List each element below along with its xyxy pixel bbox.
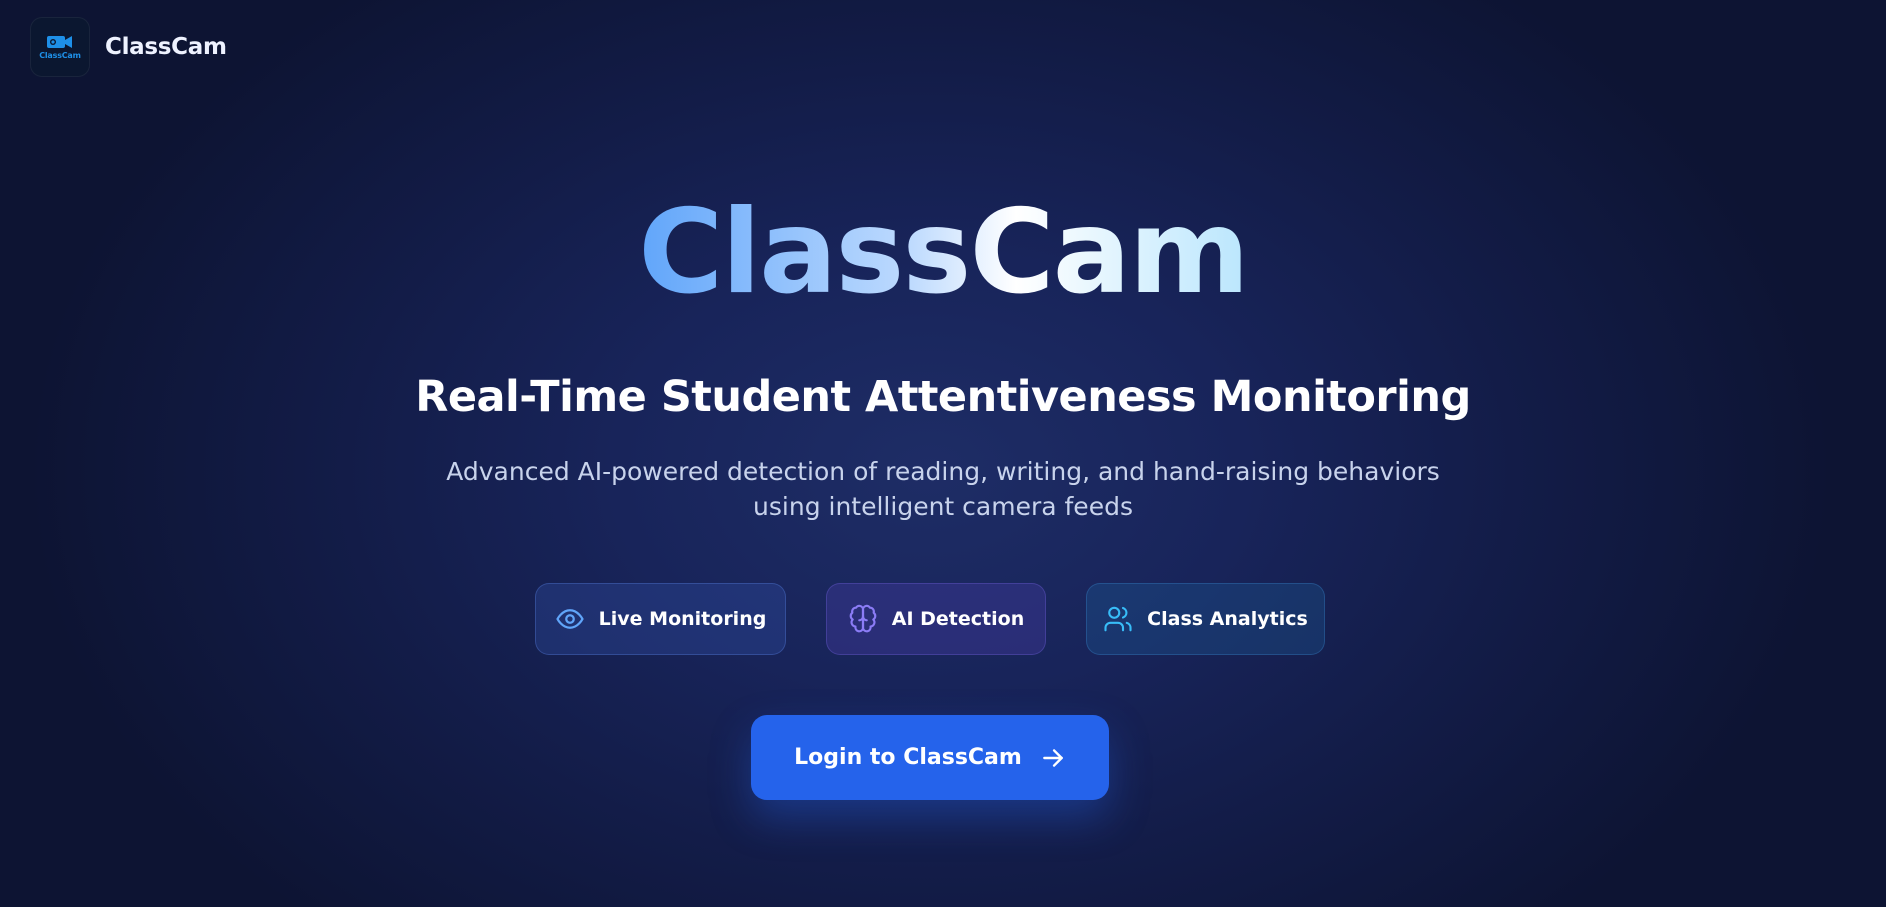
feature-live-monitoring: Live Monitoring: [535, 583, 786, 655]
feature-label: AI Detection: [891, 608, 1025, 630]
eye-icon: [556, 609, 584, 629]
login-button[interactable]: Login to ClassCam: [751, 715, 1109, 800]
users-icon: [1104, 606, 1132, 632]
hero-title: ClassCam: [0, 183, 1886, 323]
hero-description: Advanced AI-powered detection of reading…: [446, 457, 1440, 521]
brain-icon: [849, 604, 877, 633]
feature-label: Class Analytics: [1147, 608, 1308, 630]
camera-icon: [47, 36, 72, 48]
header: ClassCam ClassCam: [30, 17, 227, 77]
brand-name[interactable]: ClassCam: [105, 34, 227, 60]
feature-ai-detection: AI Detection: [826, 583, 1046, 655]
feature-label: Live Monitoring: [598, 608, 767, 630]
hero-title-text: ClassCam: [638, 185, 1250, 320]
feature-list: Live Monitoring AI Detection Class Analy…: [0, 583, 1886, 655]
app-logo[interactable]: ClassCam: [30, 17, 90, 77]
logo-text: ClassCam: [39, 51, 81, 60]
login-button-label: Login to ClassCam: [794, 745, 1022, 770]
hero-subtitle: Real-Time Student Attentiveness Monitori…: [415, 372, 1471, 422]
feature-class-analytics: Class Analytics: [1086, 583, 1325, 655]
arrow-right-icon: [1042, 748, 1063, 767]
